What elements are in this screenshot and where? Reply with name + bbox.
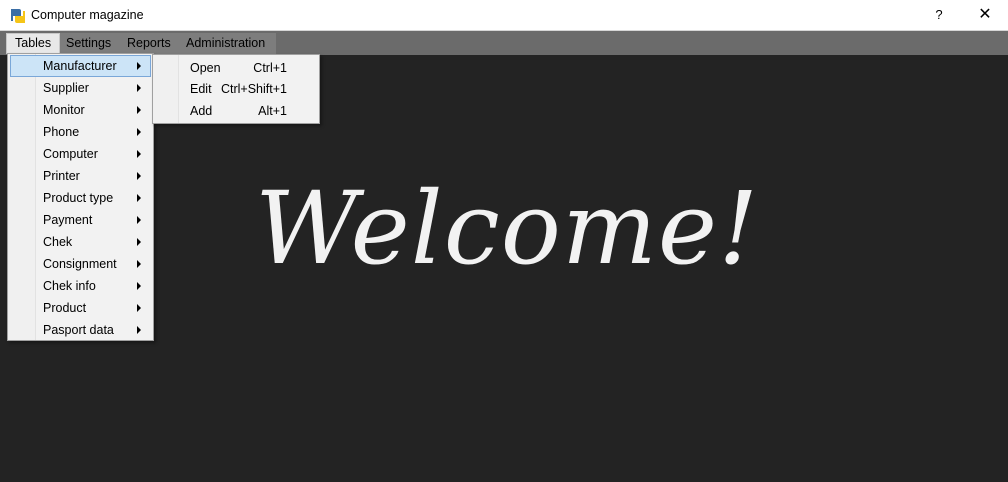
welcome-heading: Welcome! [255, 170, 760, 287]
submenu-arrow-icon [137, 128, 141, 136]
menu-item-pasport-data[interactable]: Pasport data [10, 319, 151, 341]
python-icon [11, 9, 25, 23]
submenu-arrow-icon [137, 150, 141, 158]
menu-item-label: Printer [43, 169, 80, 183]
shortcut-text: Ctrl+Shift+1 [220, 82, 287, 96]
submenu-item-edit[interactable]: Edit Ctrl+Shift+1 [155, 78, 317, 100]
menu-item-label: Pasport data [43, 323, 114, 337]
menu-item-monitor[interactable]: Monitor [10, 99, 151, 121]
submenu-item-label: Add [190, 104, 213, 118]
menu-tables[interactable]: Tables [6, 33, 61, 54]
submenu-arrow-icon [137, 194, 141, 202]
menu-item-supplier[interactable]: Supplier [10, 77, 151, 99]
menu-item-phone[interactable]: Phone [10, 121, 151, 143]
menu-item-consignment[interactable]: Consignment [10, 253, 151, 275]
submenu-arrow-icon [137, 62, 141, 70]
menu-item-label: Monitor [43, 103, 85, 117]
menu-item-computer[interactable]: Computer [10, 143, 151, 165]
menu-administration[interactable]: Administration [178, 33, 273, 54]
submenu-arrow-icon [137, 172, 141, 180]
menu-reports[interactable]: Reports [119, 33, 179, 54]
menu-item-payment[interactable]: Payment [10, 209, 151, 231]
menu-item-label: Payment [43, 213, 93, 227]
submenu-item-label: Edit [190, 82, 212, 96]
menu-item-chek-info[interactable]: Chek info [10, 275, 151, 297]
menu-item-label: Product [43, 301, 87, 315]
menu-item-label: Chek [43, 235, 73, 249]
menu-item-chek[interactable]: Chek [10, 231, 151, 253]
submenu-arrow-icon [137, 304, 141, 312]
app-window: Computer magazine ? ✕ Tables Settings Re… [0, 0, 1008, 482]
menu-item-label: Product type [43, 191, 114, 205]
title-bar: Computer magazine ? ✕ [0, 0, 1008, 31]
submenu-item-label: Open [190, 61, 221, 75]
menu-item-product[interactable]: Product [10, 297, 151, 319]
menu-bar: Tables Settings Reports Administration [0, 31, 1008, 55]
submenu-arrow-icon [137, 106, 141, 114]
menu-item-product-type[interactable]: Product type [10, 187, 151, 209]
close-button[interactable]: ✕ [962, 0, 1008, 30]
menu-item-label: Phone [43, 125, 80, 139]
tables-dropdown-menu: Manufacturer Supplier Monitor Phone Comp… [7, 53, 154, 341]
menu-item-label: Computer [43, 147, 98, 161]
submenu-arrow-icon [137, 216, 141, 224]
menu-settings[interactable]: Settings [58, 33, 119, 54]
menu-item-printer[interactable]: Printer [10, 165, 151, 187]
submenu-item-open[interactable]: Open Ctrl+1 [155, 57, 317, 79]
menu-item-manufacturer[interactable]: Manufacturer [10, 55, 151, 77]
help-button[interactable]: ? [916, 0, 962, 30]
menu-item-label: Manufacturer [43, 59, 117, 73]
submenu-arrow-icon [137, 260, 141, 268]
submenu-arrow-icon [137, 84, 141, 92]
submenu-arrow-icon [137, 282, 141, 290]
window-title: Computer magazine [31, 8, 144, 22]
shortcut-text: Alt+1 [258, 104, 287, 118]
menu-item-label: Supplier [43, 81, 89, 95]
menu-item-label: Consignment [43, 257, 117, 271]
manufacturer-submenu: Open Ctrl+1 Edit Ctrl+Shift+1 Add Alt+1 [152, 54, 320, 124]
submenu-arrow-icon [137, 238, 141, 246]
shortcut-text: Ctrl+1 [253, 61, 287, 75]
submenu-item-add[interactable]: Add Alt+1 [155, 100, 317, 122]
menu-item-label: Chek info [43, 279, 96, 293]
submenu-arrow-icon [137, 326, 141, 334]
